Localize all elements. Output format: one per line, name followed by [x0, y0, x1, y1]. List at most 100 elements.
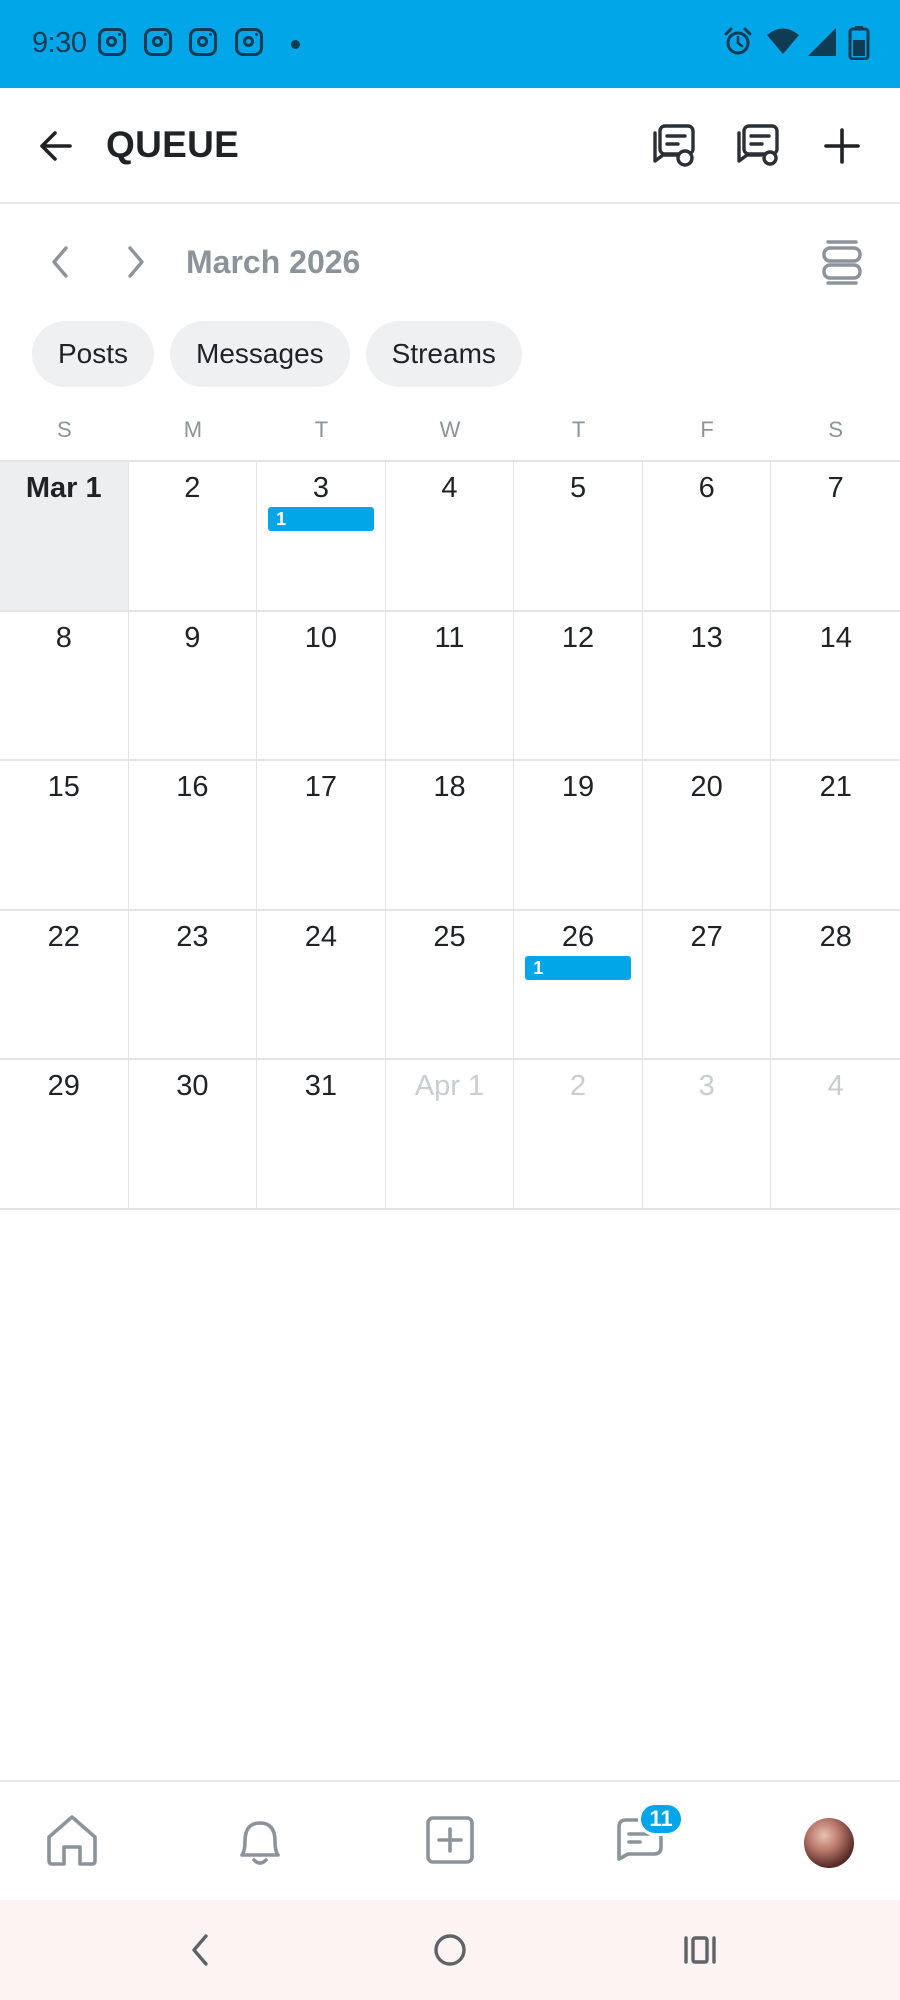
- day-number: 2: [184, 472, 201, 504]
- day-number: 12: [561, 621, 595, 654]
- calendar-day[interactable]: 28: [771, 911, 900, 1061]
- status-time: 9:30: [32, 27, 87, 59]
- scheduled-event-bar[interactable]: 1: [268, 507, 374, 531]
- calendar-day[interactable]: Apr 1: [385, 1060, 515, 1210]
- day-number: 17: [304, 771, 338, 804]
- calendar-day[interactable]: 13: [642, 611, 772, 762]
- back-arrow-icon[interactable]: [32, 122, 80, 170]
- calendar-day[interactable]: 21: [771, 761, 900, 911]
- day-number: 18: [433, 771, 466, 804]
- day-number: 4: [827, 1070, 844, 1103]
- calendar-day[interactable]: 15: [0, 761, 129, 911]
- weekday-label: S: [828, 417, 844, 442]
- month-label[interactable]: March 2026: [186, 244, 360, 281]
- calendar-day[interactable]: 10: [257, 611, 386, 762]
- schedule-settings-icon[interactable]: [734, 122, 782, 170]
- chip-posts[interactable]: Posts: [32, 321, 155, 387]
- bell-icon[interactable]: [230, 1810, 290, 1870]
- weekday-label: T: [314, 417, 329, 442]
- previous-month-button[interactable]: [38, 240, 82, 284]
- instagram-icon: [235, 28, 263, 56]
- calendar-day[interactable]: 29: [0, 1060, 129, 1210]
- day-number: 25: [433, 920, 466, 953]
- day-number: 22: [47, 920, 80, 953]
- calendar-day[interactable]: 19: [514, 761, 643, 911]
- calendar-day[interactable]: 18: [385, 761, 515, 911]
- calendar-day-today[interactable]: Mar 1: [0, 462, 129, 612]
- day-number: 20: [690, 771, 723, 804]
- system-home-icon[interactable]: [426, 1926, 474, 1974]
- day-number: 14: [819, 621, 852, 654]
- view-toggle-button[interactable]: [818, 238, 866, 286]
- day-number: 3: [312, 472, 329, 504]
- calendar-day[interactable]: 25: [385, 910, 515, 1061]
- calendar-day[interactable]: 24: [257, 910, 386, 1061]
- weekday-label: W: [439, 417, 461, 442]
- day-number: 7: [827, 472, 844, 504]
- calendar-day[interactable]: 17: [257, 761, 386, 911]
- instagram-icon: [189, 28, 217, 56]
- calendar-day[interactable]: 8: [0, 611, 129, 762]
- calendar-day[interactable]: 11: [385, 611, 515, 762]
- system-navigation-bar: [0, 1900, 900, 2000]
- list-view-icon: [822, 240, 862, 285]
- day-number: 19: [561, 771, 595, 804]
- calendar-day[interactable]: 14: [771, 612, 900, 762]
- weekday-label: S: [56, 417, 72, 442]
- system-back-icon[interactable]: [176, 1926, 224, 1974]
- month-navigation: March 2026: [0, 204, 900, 314]
- next-month-button[interactable]: [114, 240, 158, 284]
- calendar-grid: Mar 1 2 3 1 4 5 6 7 8 9 10 11 12 13 14 15 16 17 18 19 20 21 22…: [0, 460, 900, 1210]
- calendar-day[interactable]: 3: [642, 1060, 772, 1210]
- status-bar: 9:30: [0, 0, 900, 88]
- schedule-list-icon[interactable]: [650, 122, 698, 170]
- day-number: 30: [176, 1070, 209, 1103]
- home-icon[interactable]: [42, 1810, 102, 1870]
- calendar-day[interactable]: 2: [514, 1060, 643, 1210]
- battery-icon: [848, 26, 870, 60]
- calendar-day[interactable]: 30: [128, 1060, 258, 1210]
- signal-icon: [808, 28, 836, 56]
- calendar-day[interactable]: 23: [128, 910, 258, 1061]
- calendar-day[interactable]: 7: [771, 462, 900, 612]
- calendar-day[interactable]: 20: [642, 761, 772, 911]
- day-number: 8: [55, 621, 72, 654]
- alarm-icon: [724, 27, 752, 55]
- chevron-left-icon: [52, 246, 68, 278]
- calendar-day[interactable]: 2: [128, 462, 258, 612]
- day-number: 15: [47, 771, 80, 804]
- scheduled-event-bar[interactable]: 1: [525, 955, 631, 980]
- more-notifications-dot: [291, 40, 300, 49]
- day-number: 13: [690, 621, 723, 654]
- calendar-day[interactable]: 9: [128, 611, 258, 762]
- filter-chips: Posts Messages Streams: [32, 321, 522, 387]
- chip-messages[interactable]: Messages: [170, 321, 350, 387]
- calendar-day[interactable]: 6: [642, 462, 772, 612]
- calendar-day[interactable]: 31: [257, 1060, 386, 1210]
- day-number: 29: [47, 1070, 80, 1103]
- weekday-label: T: [571, 417, 586, 442]
- day-number: 27: [690, 920, 723, 953]
- app-header: QUEUE: [0, 88, 900, 204]
- add-icon[interactable]: [818, 122, 866, 170]
- system-recents-icon[interactable]: [676, 1926, 724, 1974]
- wifi-icon: [767, 28, 799, 54]
- calendar-day[interactable]: 4: [385, 462, 515, 612]
- calendar-day[interactable]: 31: [257, 462, 386, 612]
- profile-avatar[interactable]: [804, 1818, 854, 1868]
- day-number: 21: [819, 771, 852, 804]
- calendar-day[interactable]: 26 1: [514, 910, 643, 1061]
- day-number: 16: [176, 771, 209, 804]
- day-number: 31: [304, 1070, 338, 1103]
- calendar-day[interactable]: 12: [514, 611, 643, 762]
- calendar-day[interactable]: 5: [514, 462, 643, 612]
- calendar-day[interactable]: 22: [0, 910, 129, 1061]
- day-number: 24: [304, 920, 338, 953]
- day-number: 6: [698, 472, 715, 504]
- add-post-icon[interactable]: [420, 1810, 480, 1870]
- day-number: 26: [561, 920, 595, 953]
- calendar-day[interactable]: 4: [771, 1060, 900, 1210]
- calendar-day[interactable]: 27: [642, 910, 772, 1061]
- chip-streams[interactable]: Streams: [365, 321, 522, 387]
- calendar-day[interactable]: 16: [128, 761, 258, 911]
